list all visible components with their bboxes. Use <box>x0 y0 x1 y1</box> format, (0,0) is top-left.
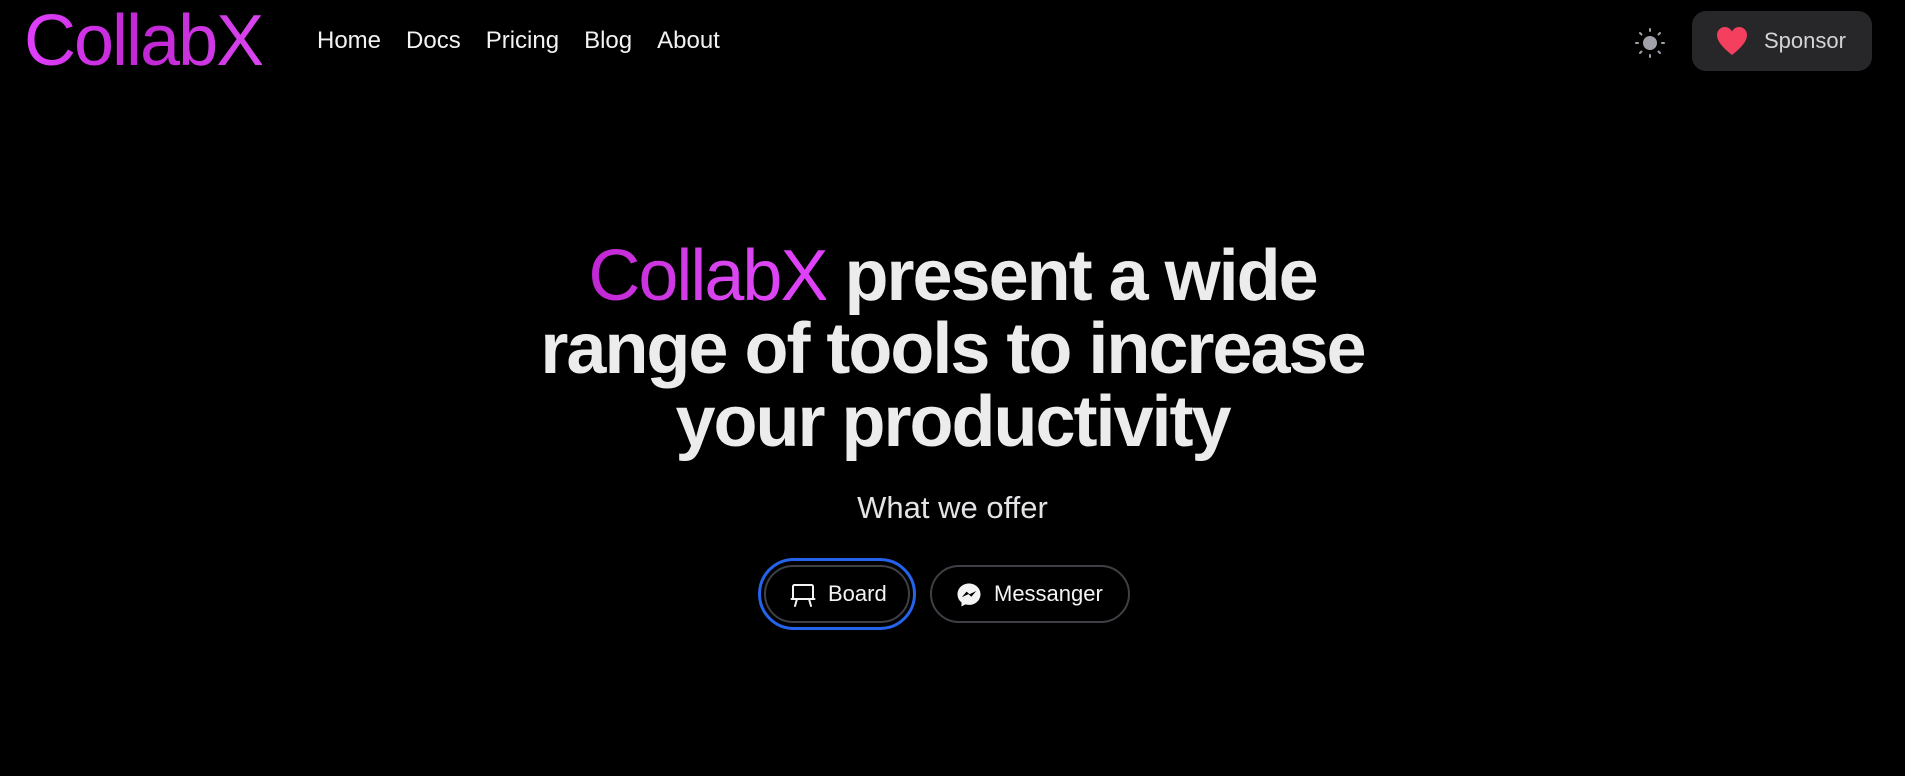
sun-icon <box>1635 28 1665 58</box>
hero-title-line1: present a wide <box>826 236 1318 316</box>
hero-title-line3: your productivity <box>675 382 1231 462</box>
nav-link-home[interactable]: Home <box>317 24 381 58</box>
messenger-icon <box>957 583 981 607</box>
hero-title-brand: CollabX <box>588 236 828 316</box>
hero-section: CollabX present a wide range of tools to… <box>0 240 1905 526</box>
hero-subtitle: What we offer <box>857 490 1048 525</box>
sponsor-label: Sponsor <box>1764 28 1846 53</box>
nav-link-blog[interactable]: Blog <box>584 24 632 58</box>
nav-link-pricing[interactable]: Pricing <box>486 24 559 58</box>
theme-toggle-button[interactable] <box>1634 27 1666 59</box>
hero-title: CollabX present a wide range of tools to… <box>503 240 1403 459</box>
board-label: Board <box>828 581 887 606</box>
top-navbar: CollabX Home Docs Pricing Blog About Spo… <box>0 0 1905 82</box>
board-button[interactable]: Board <box>764 565 910 623</box>
messenger-label: Messanger <box>994 581 1103 606</box>
sponsor-button[interactable]: Sponsor <box>1692 11 1872 71</box>
nav-link-docs[interactable]: Docs <box>406 24 461 58</box>
hero-title-line2: range of tools to increase <box>540 309 1366 389</box>
main-nav: Home Docs Pricing Blog About <box>317 24 745 58</box>
messenger-button[interactable]: Messanger <box>930 565 1130 623</box>
board-icon <box>790 584 816 607</box>
heart-icon <box>1717 27 1747 55</box>
brand-logo[interactable]: CollabX <box>24 2 264 80</box>
nav-link-about[interactable]: About <box>657 24 720 58</box>
